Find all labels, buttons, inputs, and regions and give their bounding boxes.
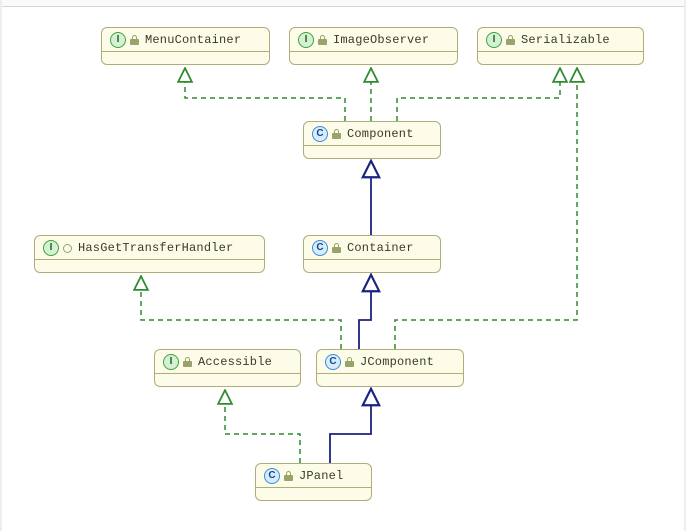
class-icon: C <box>264 468 280 484</box>
interface-icon: I <box>486 32 502 48</box>
node-compartment <box>317 374 463 386</box>
lock-icon <box>345 357 354 367</box>
node-compartment <box>304 260 440 272</box>
lock-icon <box>332 243 341 253</box>
edge-jcomponent-container <box>359 283 371 349</box>
node-label: MenuContainer <box>143 33 241 47</box>
edge-jcomponent-hasgth <box>141 283 341 349</box>
node-container[interactable]: C Container <box>303 235 441 273</box>
node-compartment <box>102 52 269 64</box>
interface-icon: I <box>298 32 314 48</box>
node-label: ImageObserver <box>331 33 429 47</box>
edge-jpanel-accessible <box>225 397 300 463</box>
node-label: Component <box>345 127 414 141</box>
lock-icon <box>284 471 293 481</box>
node-compartment <box>304 146 440 158</box>
interface-icon: I <box>110 32 126 48</box>
node-serializable[interactable]: I Serializable <box>477 27 644 65</box>
edge-component-serializable <box>397 75 560 121</box>
node-hasgettransferhandler[interactable]: I HasGetTransferHandler <box>34 235 265 273</box>
node-jcomponent[interactable]: C JComponent <box>316 349 464 387</box>
node-label: Serializable <box>519 33 610 47</box>
node-label: Accessible <box>196 355 272 369</box>
node-jpanel[interactable]: C JPanel <box>255 463 372 501</box>
node-label: Container <box>345 241 414 255</box>
edge-component-menucontainer <box>185 75 345 121</box>
interface-icon: I <box>163 354 179 370</box>
edge-jcomponent-serializable <box>395 75 577 349</box>
class-icon: C <box>312 126 328 142</box>
node-imageobserver[interactable]: I ImageObserver <box>289 27 458 65</box>
node-compartment <box>155 374 300 386</box>
lock-icon <box>506 35 515 45</box>
lock-icon <box>332 129 341 139</box>
node-compartment <box>290 52 457 64</box>
interface-icon: I <box>43 240 59 256</box>
lock-icon <box>130 35 139 45</box>
node-component[interactable]: C Component <box>303 121 441 159</box>
node-label: JPanel <box>297 469 343 483</box>
node-accessible[interactable]: I Accessible <box>154 349 301 387</box>
window-toolbar <box>0 0 686 7</box>
node-label: HasGetTransferHandler <box>76 241 233 255</box>
node-menucontainer[interactable]: I MenuContainer <box>101 27 270 65</box>
node-compartment <box>256 488 371 500</box>
left-gutter <box>0 0 2 531</box>
edge-jpanel-jcomponent <box>330 397 371 463</box>
class-icon: C <box>325 354 341 370</box>
lock-icon <box>183 357 192 367</box>
class-icon: C <box>312 240 328 256</box>
node-label: JComponent <box>358 355 434 369</box>
node-compartment <box>478 52 643 64</box>
node-compartment <box>35 260 264 272</box>
circle-icon <box>63 244 72 253</box>
lock-icon <box>318 35 327 45</box>
